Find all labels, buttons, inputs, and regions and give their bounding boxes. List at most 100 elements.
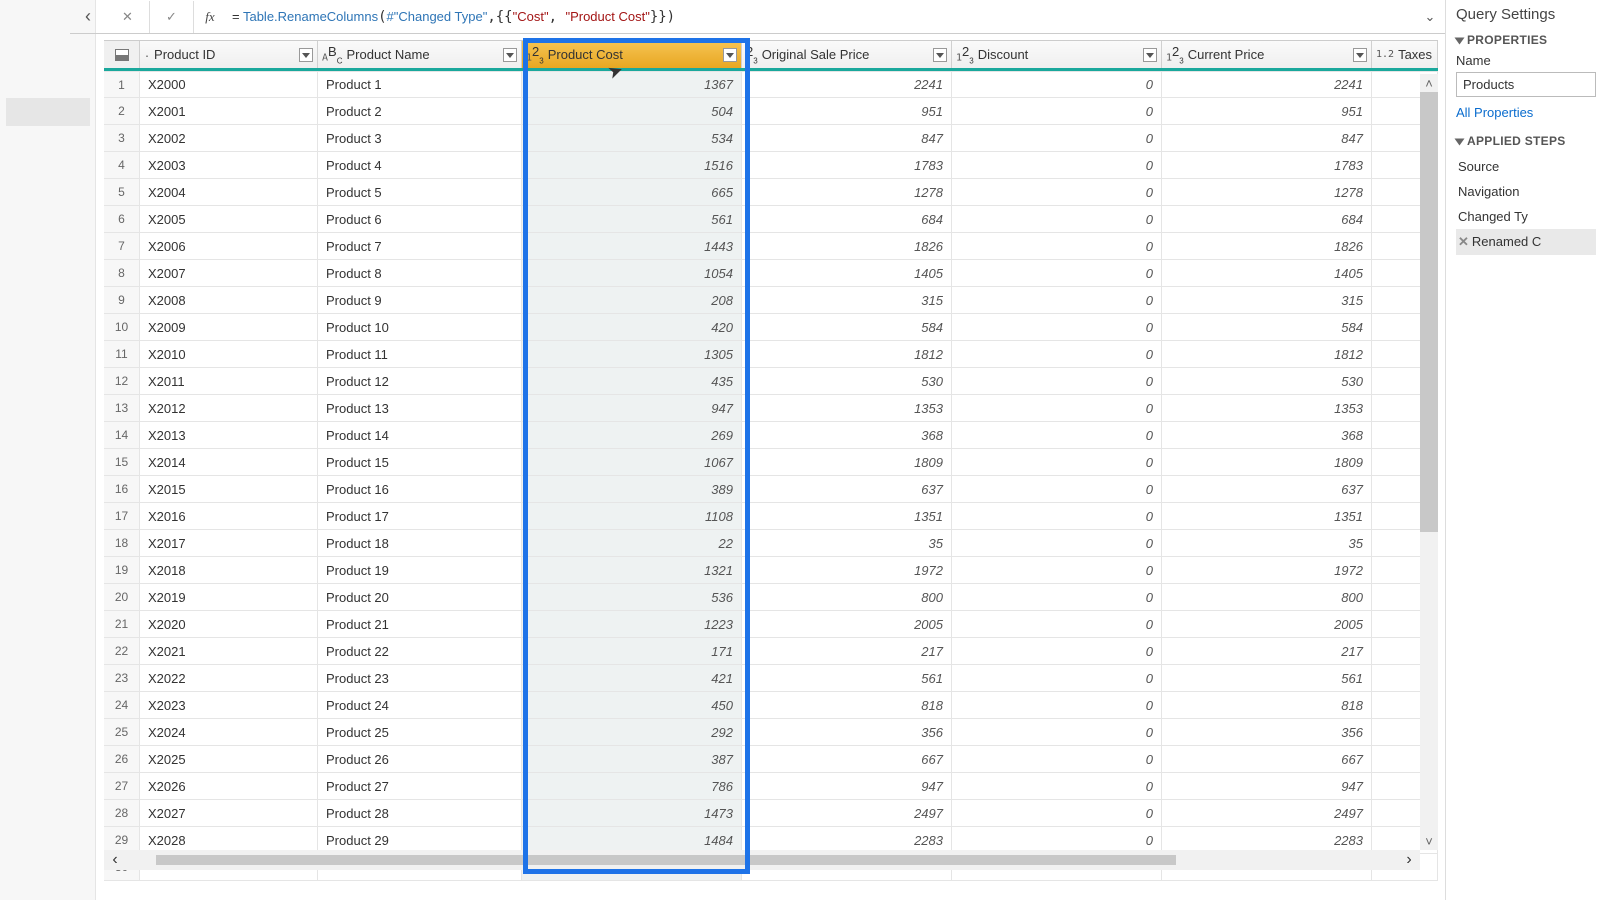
- row-number[interactable]: 16: [104, 476, 140, 502]
- cell-original-price[interactable]: 1783: [742, 152, 952, 178]
- table-row[interactable]: 2X2001Product 25049510951: [104, 98, 1438, 125]
- cell-product-name[interactable]: Product 27: [318, 773, 522, 799]
- cell-discount[interactable]: 0: [952, 665, 1162, 691]
- cell-discount[interactable]: 0: [952, 449, 1162, 475]
- cell-product-id[interactable]: X2026: [140, 773, 318, 799]
- cell-product-name[interactable]: Product 24: [318, 692, 522, 718]
- cell-current-price[interactable]: 1405: [1162, 260, 1372, 286]
- row-number[interactable]: 17: [104, 503, 140, 529]
- table-row[interactable]: 10X2009Product 104205840584: [104, 314, 1438, 341]
- cell-product-cost[interactable]: 534: [522, 125, 742, 151]
- table-row[interactable]: 26X2025Product 263876670667: [104, 746, 1438, 773]
- cell-original-price[interactable]: 1812: [742, 341, 952, 367]
- cell-current-price[interactable]: 2497: [1162, 800, 1372, 826]
- cell-product-id[interactable]: X2018: [140, 557, 318, 583]
- row-number[interactable]: 27: [104, 773, 140, 799]
- cell-current-price[interactable]: 561: [1162, 665, 1372, 691]
- cell-product-name[interactable]: Product 16: [318, 476, 522, 502]
- cell-product-name[interactable]: Product 28: [318, 800, 522, 826]
- cell-discount[interactable]: 0: [952, 395, 1162, 421]
- applied-step[interactable]: Changed Ty: [1456, 204, 1596, 229]
- cell-current-price[interactable]: 356: [1162, 719, 1372, 745]
- cell-discount[interactable]: 0: [952, 233, 1162, 259]
- cell-discount[interactable]: 0: [952, 341, 1162, 367]
- cell-discount[interactable]: 0: [952, 530, 1162, 556]
- cell-product-id[interactable]: X2015: [140, 476, 318, 502]
- col-product-id[interactable]: . Product ID: [140, 41, 318, 68]
- cell-original-price[interactable]: 947: [742, 773, 952, 799]
- cell-product-name[interactable]: Product 22: [318, 638, 522, 664]
- row-number[interactable]: 12: [104, 368, 140, 394]
- cell-product-id[interactable]: X2007: [140, 260, 318, 286]
- table-row[interactable]: 21X2020Product 211223200502005: [104, 611, 1438, 638]
- row-number[interactable]: 14: [104, 422, 140, 448]
- cell-discount[interactable]: 0: [952, 638, 1162, 664]
- cell-product-cost[interactable]: 947: [522, 395, 742, 421]
- table-corner[interactable]: [104, 41, 140, 68]
- table-row[interactable]: 28X2027Product 281473249702497: [104, 800, 1438, 827]
- row-number[interactable]: 2: [104, 98, 140, 124]
- cell-product-cost[interactable]: 1516: [522, 152, 742, 178]
- cell-current-price[interactable]: 1353: [1162, 395, 1372, 421]
- cell-current-price[interactable]: 1972: [1162, 557, 1372, 583]
- cell-product-cost[interactable]: 171: [522, 638, 742, 664]
- cell-product-id[interactable]: X2013: [140, 422, 318, 448]
- row-number[interactable]: 21: [104, 611, 140, 637]
- table-row[interactable]: 12X2011Product 124355300530: [104, 368, 1438, 395]
- cell-product-cost[interactable]: 208: [522, 287, 742, 313]
- cell-current-price[interactable]: 2005: [1162, 611, 1372, 637]
- query-name-input[interactable]: [1456, 72, 1596, 97]
- cell-product-name[interactable]: Product 14: [318, 422, 522, 448]
- cell-product-name[interactable]: Product 1: [318, 72, 522, 97]
- col-discount[interactable]: 123 Discount: [952, 41, 1162, 68]
- row-number[interactable]: 7: [104, 233, 140, 259]
- cell-product-name[interactable]: Product 15: [318, 449, 522, 475]
- cell-product-id[interactable]: X2016: [140, 503, 318, 529]
- filter-icon[interactable]: [933, 48, 947, 62]
- cell-original-price[interactable]: 2241: [742, 72, 952, 97]
- cell-product-id[interactable]: X2014: [140, 449, 318, 475]
- table-row[interactable]: 11X2010Product 111305181201812: [104, 341, 1438, 368]
- cell-product-cost[interactable]: 1473: [522, 800, 742, 826]
- cell-product-name[interactable]: Product 25: [318, 719, 522, 745]
- cell-product-name[interactable]: Product 3: [318, 125, 522, 151]
- cell-current-price[interactable]: 684: [1162, 206, 1372, 232]
- cell-original-price[interactable]: 1405: [742, 260, 952, 286]
- cell-product-id[interactable]: X2022: [140, 665, 318, 691]
- all-properties-link[interactable]: All Properties: [1456, 105, 1596, 120]
- filter-icon[interactable]: [1143, 48, 1157, 62]
- cell-product-cost[interactable]: 420: [522, 314, 742, 340]
- cell-product-id[interactable]: X2017: [140, 530, 318, 556]
- table-row[interactable]: 19X2018Product 191321197201972: [104, 557, 1438, 584]
- cell-product-id[interactable]: X2003: [140, 152, 318, 178]
- cell-product-name[interactable]: Product 23: [318, 665, 522, 691]
- commit-button[interactable]: ✓: [150, 1, 194, 33]
- cell-current-price[interactable]: 1278: [1162, 179, 1372, 205]
- row-number[interactable]: 23: [104, 665, 140, 691]
- table-row[interactable]: 9X2008Product 92083150315: [104, 287, 1438, 314]
- table-row[interactable]: 4X2003Product 41516178301783: [104, 152, 1438, 179]
- cell-current-price[interactable]: 35: [1162, 530, 1372, 556]
- row-number[interactable]: 22: [104, 638, 140, 664]
- cell-product-cost[interactable]: 269: [522, 422, 742, 448]
- cell-current-price[interactable]: 584: [1162, 314, 1372, 340]
- row-number[interactable]: 8: [104, 260, 140, 286]
- fx-label[interactable]: fx: [194, 9, 226, 25]
- col-product-name[interactable]: ABC Product Name: [318, 41, 522, 68]
- cell-product-id[interactable]: X2023: [140, 692, 318, 718]
- applied-step[interactable]: ✕Renamed C: [1456, 229, 1596, 255]
- table-row[interactable]: 5X2004Product 5665127801278: [104, 179, 1438, 206]
- cell-product-name[interactable]: Product 20: [318, 584, 522, 610]
- cell-current-price[interactable]: 951: [1162, 98, 1372, 124]
- properties-header[interactable]: PROPERTIES: [1456, 33, 1596, 47]
- cell-original-price[interactable]: 1351: [742, 503, 952, 529]
- back-button[interactable]: ‹: [70, 1, 106, 33]
- cell-product-cost[interactable]: 421: [522, 665, 742, 691]
- row-number[interactable]: 26: [104, 746, 140, 772]
- cell-discount[interactable]: 0: [952, 422, 1162, 448]
- cell-current-price[interactable]: 818: [1162, 692, 1372, 718]
- cell-product-cost[interactable]: 786: [522, 773, 742, 799]
- cell-current-price[interactable]: 2241: [1162, 72, 1372, 97]
- cell-product-id[interactable]: X2027: [140, 800, 318, 826]
- cell-product-name[interactable]: Product 18: [318, 530, 522, 556]
